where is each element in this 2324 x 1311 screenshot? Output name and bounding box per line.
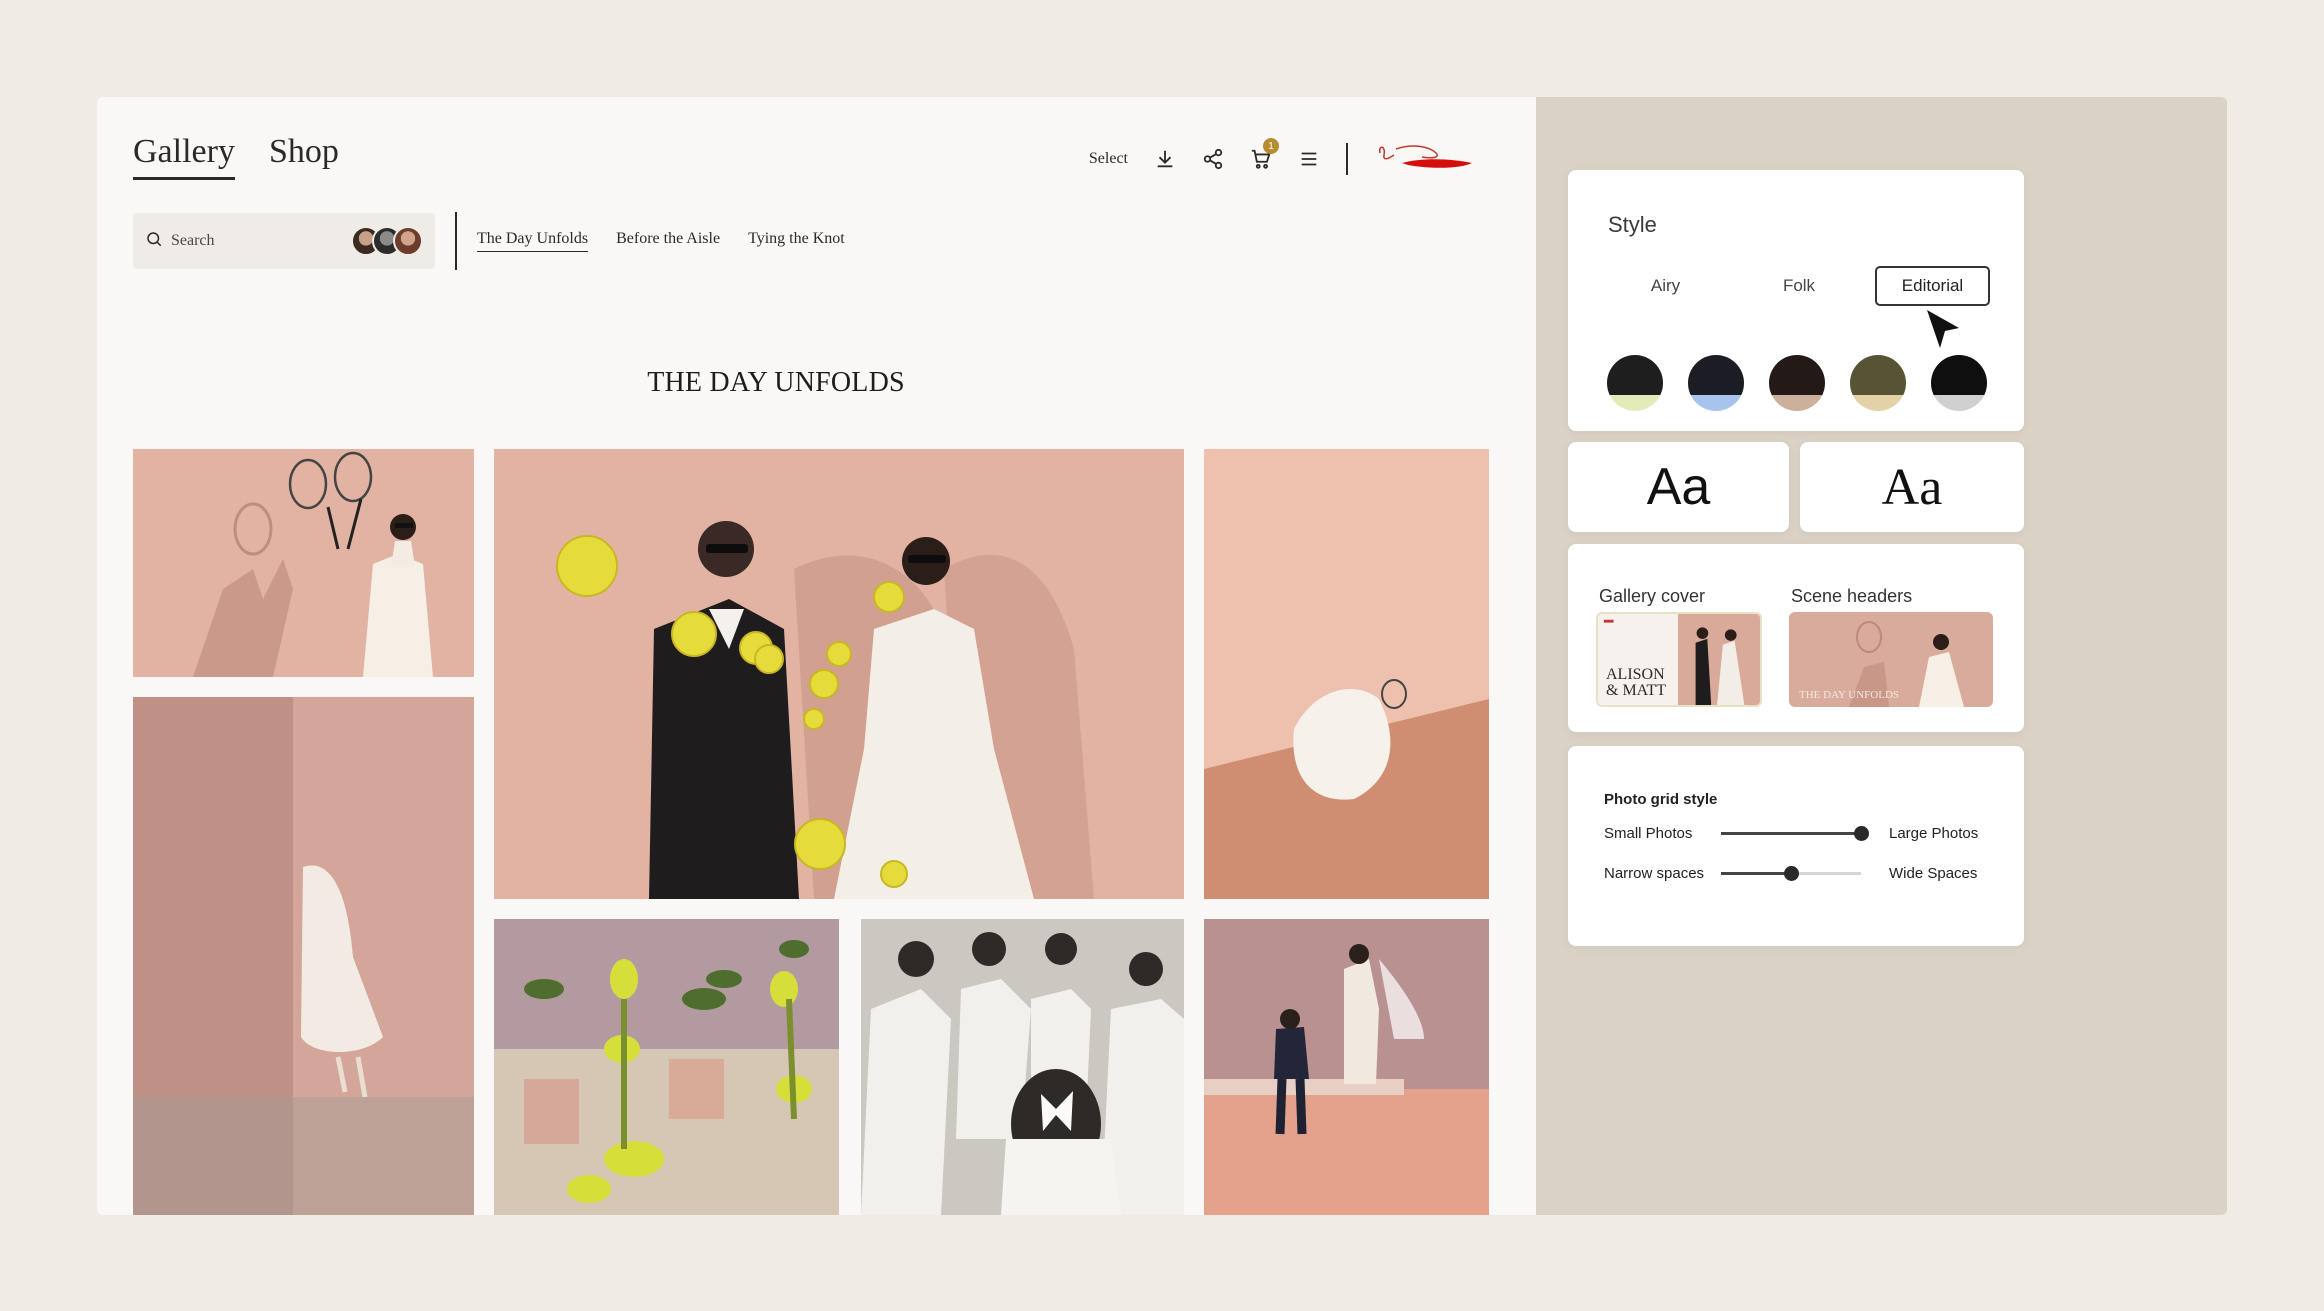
color-swatch-2[interactable] — [1688, 355, 1744, 411]
photo-size-max-label: Large Photos — [1889, 824, 1979, 842]
toolbar: Select 1 — [1089, 138, 1484, 177]
swatch-accent — [1850, 395, 1906, 411]
swatch-primary — [1607, 355, 1663, 396]
color-swatch-3[interactable] — [1769, 355, 1825, 411]
style-options: Airy Folk Editorial — [1608, 266, 1990, 306]
search-input[interactable]: Search — [133, 213, 435, 269]
font-option-sans[interactable]: Aa — [1568, 442, 1789, 532]
photo-size-fill — [1721, 831, 1861, 835]
swatch-primary — [1850, 355, 1906, 396]
scene-tab-before-aisle[interactable]: Before the Aisle — [616, 230, 720, 252]
style-option-editorial[interactable]: Editorial — [1875, 266, 1990, 306]
search-placeholder: Search — [171, 232, 215, 249]
photo-bride-crouching[interactable] — [1204, 449, 1489, 899]
spacing-thumb[interactable] — [1784, 865, 1799, 881]
menu-icon[interactable] — [1298, 148, 1320, 170]
grid-style-panel: Photo grid style Small Photos Large Phot… — [1568, 746, 2024, 946]
photo-size-row: Small Photos Large Photos — [1604, 823, 1994, 843]
style-option-folk[interactable]: Folk — [1742, 266, 1857, 306]
color-swatch-4[interactable] — [1850, 355, 1906, 411]
avatar[interactable] — [393, 226, 423, 256]
scene-headers-label: Scene headers — [1791, 586, 1913, 606]
photo-bride-rackets[interactable] — [133, 449, 474, 677]
signature-logo-icon — [1378, 145, 1472, 168]
scene-tab-tying-knot[interactable]: Tying the Knot — [748, 230, 845, 252]
style-panel: Style Airy Folk Editorial — [1568, 170, 2024, 431]
cover-couple-names: ALISON & MATT — [1606, 666, 1666, 699]
spacing-max-label: Wide Spaces — [1889, 864, 1978, 882]
swatch-primary — [1769, 355, 1825, 396]
scene-tab-day-unfolds[interactable]: The Day Unfolds — [477, 230, 589, 252]
search-divider — [455, 212, 457, 270]
spacing-min-label: Narrow spaces — [1604, 864, 1705, 882]
gallery-page: Gallery Shop Select 1 Search The Day Unf… — [97, 97, 1536, 1215]
swatch-accent — [1688, 395, 1744, 411]
gallery-cover-label: Gallery cover — [1599, 586, 1706, 606]
cart-icon[interactable]: 1 — [1250, 138, 1279, 170]
photo-still-life-lemons[interactable] — [494, 919, 839, 1215]
scene-header-thumbnail[interactable]: THE DAY UNFOLDS — [1789, 612, 1993, 707]
spacing-slider[interactable] — [1721, 865, 1861, 881]
scene-tabs: The Day Unfolds Before the Aisle Tying t… — [477, 230, 845, 252]
grid-style-heading: Photo grid style — [1604, 791, 1718, 808]
spacing-fill — [1721, 871, 1791, 875]
color-swatch-1[interactable] — [1607, 355, 1663, 411]
swatch-accent — [1607, 395, 1663, 411]
color-swatch-5[interactable] — [1931, 355, 1987, 411]
mouse-cursor-icon — [1927, 310, 1959, 348]
swatch-primary — [1688, 355, 1744, 396]
face-filter-avatars[interactable] — [351, 226, 423, 256]
photo-couple-ledge[interactable] — [1204, 919, 1489, 1215]
photo-bride-walking[interactable] — [133, 697, 474, 1215]
photo-size-thumb[interactable] — [1854, 825, 1869, 841]
swatch-accent — [1769, 395, 1825, 411]
tab-gallery[interactable]: Gallery — [133, 133, 235, 180]
photo-size-slider[interactable] — [1721, 825, 1869, 841]
style-heading: Style — [1608, 212, 1657, 237]
photo-size-min-label: Small Photos — [1604, 824, 1693, 842]
spacing-row: Narrow spaces Wide Spaces — [1604, 863, 1994, 883]
style-option-airy[interactable]: Airy — [1608, 266, 1723, 306]
font-option-serif[interactable]: Aa — [1800, 442, 2024, 532]
tab-shop[interactable]: Shop — [269, 133, 339, 180]
scene-header-title: THE DAY UNFOLDS — [1799, 689, 1900, 701]
cover-panel: Gallery cover Scene headers ALISON & MAT… — [1568, 544, 2024, 732]
gallery-cover-thumbnail[interactable]: ALISON & MATT — [1596, 612, 1762, 707]
download-icon[interactable] — [1154, 148, 1176, 170]
cart-count-badge: 1 — [1263, 138, 1279, 154]
share-icon[interactable] — [1202, 148, 1224, 170]
swatch-accent — [1931, 395, 1987, 411]
search-row: Search The Day Unfolds Before the Aisle … — [133, 212, 845, 270]
select-button[interactable]: Select — [1089, 150, 1128, 168]
scene-title: THE DAY UNFOLDS — [647, 367, 905, 398]
toolbar-divider — [1346, 143, 1348, 175]
photo-groomsmen[interactable] — [861, 919, 1184, 1215]
photo-couple-tennis-balls[interactable] — [494, 449, 1184, 899]
swatch-primary — [1931, 355, 1987, 396]
search-icon — [145, 230, 163, 253]
top-nav: Gallery Shop — [133, 133, 339, 180]
color-swatches — [1607, 355, 1987, 411]
